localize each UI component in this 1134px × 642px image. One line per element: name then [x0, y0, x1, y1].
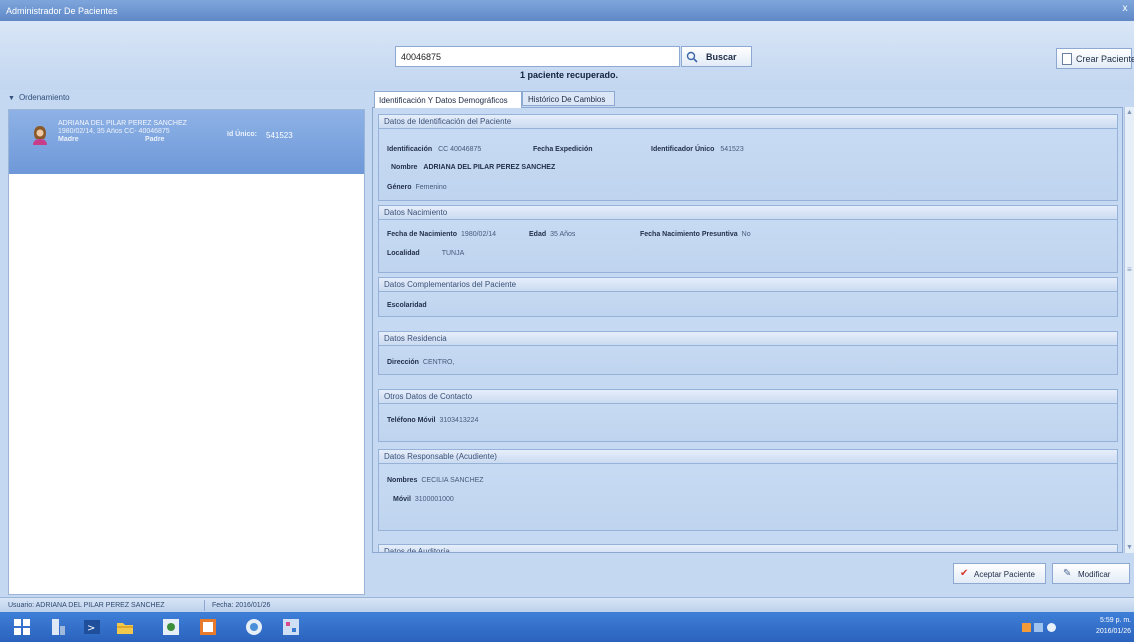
father-label: Padre	[145, 136, 165, 143]
fecha-expedicion-field: Fecha Expedición	[533, 146, 593, 153]
close-icon[interactable]: x	[1118, 2, 1132, 16]
responsable-nombres-field: Nombres CECILIA SANCHEZ	[387, 477, 484, 484]
tab-identificacion[interactable]: Identificación Y Datos Demográficos	[374, 91, 522, 108]
search-input[interactable]	[395, 46, 680, 67]
powershell-icon[interactable]: >	[82, 617, 102, 637]
create-patient-label: Crear Paciente	[1076, 54, 1134, 64]
svg-text:>: >	[87, 623, 95, 634]
details-scrollbar[interactable]: ▲ ≡ ▼	[1124, 107, 1134, 553]
network-icon[interactable]	[1034, 623, 1043, 632]
group-header: Datos Residencia	[379, 332, 1117, 346]
identification-group: Datos de Identificación del Paciente Ide…	[378, 114, 1118, 201]
patient-list-item[interactable]: ADRIANA DEL PILAR PEREZ SANCHEZ 1980/02/…	[9, 110, 364, 174]
file-explorer-icon[interactable]	[115, 617, 135, 637]
escolaridad-field: Escolaridad	[387, 302, 427, 309]
server-manager-icon[interactable]	[48, 617, 68, 637]
accept-patient-button[interactable]: ✔ Aceptar Paciente	[953, 563, 1046, 584]
mother-label: Madre	[58, 136, 79, 143]
birth-data-group: Datos Nacimiento Fecha de Nacimiento 1980…	[378, 205, 1118, 273]
patient-details-panel: Datos de Identificación del Paciente Ide…	[372, 107, 1123, 553]
nombre-field: Nombre ADRIANA DEL PILAR PEREZ SANCHEZ	[391, 164, 556, 171]
direccion-field: Dirección CENTRO,	[387, 359, 455, 366]
tab-historico[interactable]: Histórico De Cambios	[522, 91, 615, 106]
browser-icon[interactable]	[244, 617, 264, 637]
responsible-group: Datos Responsable (Acudiente) Nombres CEC…	[378, 449, 1118, 531]
modify-button[interactable]: ✎ Modificar	[1052, 563, 1130, 584]
app-client-area: Buscar 1 paciente recuperado. Crear Paci…	[0, 21, 1134, 597]
edad-field: Edad 35 Años	[529, 231, 576, 238]
unique-id-label: Id Único:	[227, 131, 257, 138]
unique-id-value: 541523	[266, 131, 293, 140]
search-result-message: 1 paciente recuperado.	[520, 70, 619, 80]
female-user-icon	[33, 126, 47, 145]
telefono-movil-field: Teléfono Móvil 3103413224	[387, 417, 479, 424]
contact-group: Otros Datos de Contacto Teléfono Móvil 31…	[378, 389, 1118, 442]
fecha-nacimiento-field: Fecha de Nacimiento 1980/02/14	[387, 231, 497, 238]
modify-label: Modificar	[1078, 570, 1111, 579]
ordering-label: Ordenamiento	[18, 93, 70, 102]
scroll-up-icon[interactable]: ▲	[1126, 109, 1133, 116]
edit-icon: ✎	[1063, 568, 1072, 579]
control-panel-icon[interactable]	[161, 617, 181, 637]
clock-time[interactable]: 5:59 p. m.	[1100, 617, 1131, 624]
status-user: Usuario: ADRIANA DEL PILAR PEREZ SANCHEZ	[8, 602, 165, 609]
search-button-label: Buscar	[706, 52, 737, 62]
identificacion-field: Identificación CC 40046875	[387, 146, 482, 153]
search-button[interactable]: Buscar	[681, 46, 752, 67]
chevron-down-icon: ▼	[8, 95, 15, 102]
identificador-unico-field: Identificador Único 541523	[651, 146, 744, 153]
status-bar: Usuario: ADRIANA DEL PILAR PEREZ SANCHEZ…	[0, 597, 1134, 612]
residence-group: Datos Residencia Dirección CENTRO,	[378, 331, 1118, 375]
title-bar: Administrador De Pacientes x	[0, 0, 1134, 21]
window-title: Administrador De Pacientes	[6, 6, 118, 16]
responsable-movil-field: Móvil 3100001000	[393, 496, 454, 503]
clock-date[interactable]: 2016/01/26	[1096, 628, 1131, 635]
group-header: Datos Responsable (Acudiente)	[379, 450, 1117, 464]
status-divider	[204, 600, 205, 611]
new-document-icon	[1062, 53, 1072, 65]
windows-start-icon[interactable]	[12, 617, 32, 637]
checkmark-icon: ✔	[960, 568, 969, 579]
status-date: Fecha: 2016/01/26	[212, 602, 271, 609]
scroll-grip-icon[interactable]: ≡	[1127, 265, 1132, 274]
localidad-field: Localidad TUNJA	[387, 250, 465, 257]
genero-field: Género Femenino	[387, 184, 447, 191]
patient-info: 1980/02/14, 35 Años CC- 40046875	[58, 128, 170, 135]
group-header: Datos de Auditoría	[379, 545, 1117, 552]
volume-icon[interactable]	[1047, 623, 1056, 632]
fecha-presuntiva-field: Fecha Nacimiento Presuntiva No	[640, 231, 751, 238]
accept-patient-label: Aceptar Paciente	[974, 570, 1035, 579]
scroll-down-icon[interactable]: ▼	[1126, 544, 1133, 551]
group-header: Datos Complementarios del Paciente	[379, 278, 1117, 292]
patient-name: ADRIANA DEL PILAR PEREZ SANCHEZ	[58, 120, 187, 127]
audit-group: Datos de Auditoría	[378, 544, 1118, 552]
group-header: Datos de Identificación del Paciente	[379, 115, 1117, 129]
patient-admin-taskbar-icon[interactable]	[281, 617, 301, 637]
ordering-toggle[interactable]: ▼ Ordenamiento	[8, 93, 70, 102]
search-icon	[686, 51, 698, 63]
flag-icon[interactable]	[1022, 623, 1031, 632]
app-window-icon[interactable]	[198, 617, 218, 637]
group-header: Otros Datos de Contacto	[379, 390, 1117, 404]
patient-list: ADRIANA DEL PILAR PEREZ SANCHEZ 1980/02/…	[8, 109, 365, 595]
group-header: Datos Nacimiento	[379, 206, 1117, 220]
complementary-data-group: Datos Complementarios del Paciente Escol…	[378, 277, 1118, 317]
taskbar: > 5:59 p. m. 2016/01/26	[0, 612, 1134, 642]
create-patient-button[interactable]: Crear Paciente	[1056, 48, 1134, 69]
